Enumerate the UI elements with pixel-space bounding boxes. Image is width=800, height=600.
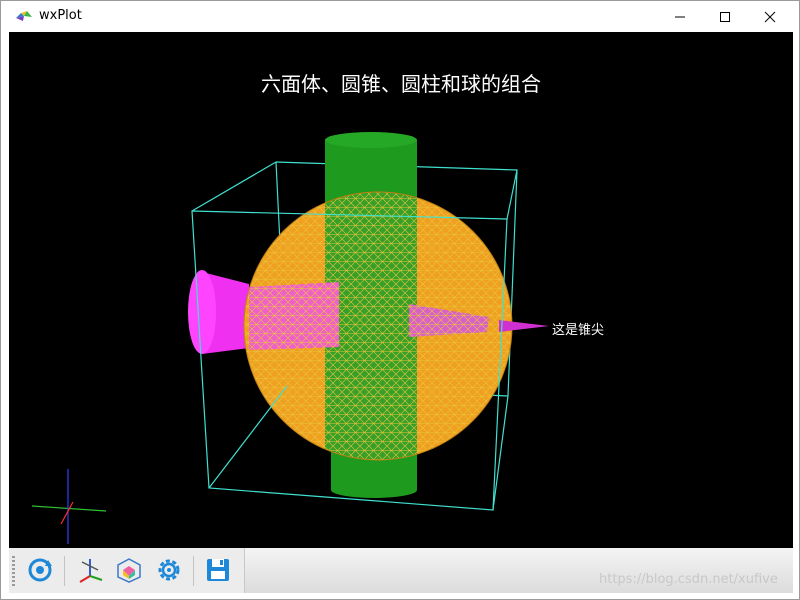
- axes-icon: [79, 559, 103, 583]
- axes-button[interactable]: [74, 554, 106, 586]
- close-button[interactable]: [747, 1, 793, 32]
- save-icon: [207, 559, 229, 581]
- cube-view-button[interactable]: [113, 554, 145, 586]
- maximize-button[interactable]: [702, 1, 748, 32]
- toolbar-separator: [193, 556, 194, 586]
- reset-view-button[interactable]: [24, 554, 56, 586]
- app-logo-icon: [16, 11, 32, 21]
- cone-left: [188, 270, 249, 354]
- plot-title: 六面体、圆锥、圆柱和球的组合: [261, 72, 541, 96]
- maximize-icon: [720, 11, 730, 22]
- toolbar-separator: [64, 556, 65, 586]
- minimize-icon: [675, 16, 685, 17]
- title-bar[interactable]: wxPlot: [1, 1, 799, 32]
- settings-gear-icon: [158, 559, 180, 581]
- close-icon: [764, 11, 776, 22]
- 3d-scene[interactable]: [9, 32, 793, 548]
- settings-button[interactable]: [153, 554, 185, 586]
- sphere: [243, 191, 513, 461]
- cone-tip-annotation: 这是锥尖: [552, 323, 605, 338]
- toolbar-group: [9, 548, 245, 593]
- toolbar-grip[interactable]: [12, 556, 15, 586]
- minimize-button[interactable]: [657, 1, 703, 32]
- axes-indicator: [31, 469, 107, 544]
- window-title: wxPlot: [39, 8, 82, 23]
- cube-view-icon: [117, 558, 141, 583]
- rotate-home-icon: [28, 558, 52, 582]
- cone-tip: [499, 320, 549, 332]
- app-window: wxPlot 六面体、圆锥、圆柱和球的组合 这是锥尖 https://blog.…: [0, 0, 800, 600]
- watermark-text: https://blog.csdn.net/xufive: [599, 572, 778, 587]
- save-button[interactable]: [202, 554, 234, 586]
- 3d-canvas[interactable]: 六面体、圆锥、圆柱和球的组合 这是锥尖: [9, 32, 793, 548]
